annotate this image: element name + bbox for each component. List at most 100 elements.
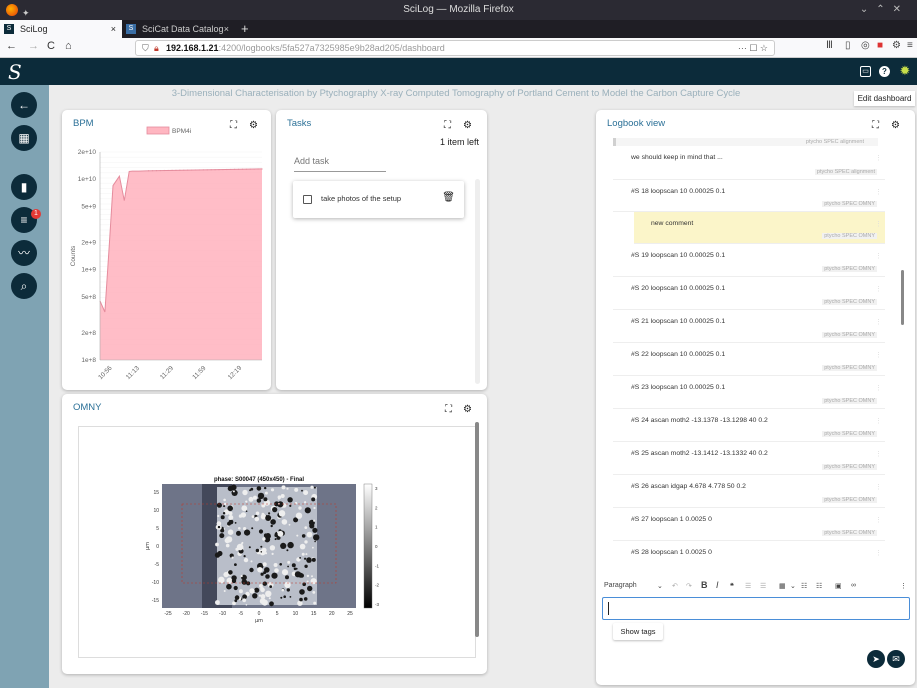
library-icon[interactable]: Ⅲ: [826, 40, 833, 51]
insecure-lock-icon[interactable]: 🔒︎: [154, 41, 159, 55]
window-controls[interactable]: ⌄⌃✕: [860, 0, 909, 20]
entry-menu-icon[interactable]: ⋮: [875, 384, 882, 392]
link-icon[interactable]: ∞: [851, 582, 856, 589]
text-caret: [608, 602, 609, 615]
entry-menu-icon[interactable]: ⋮: [875, 351, 882, 359]
entry-menu-icon[interactable]: ⋮: [875, 318, 882, 326]
entry-menu-icon[interactable]: ⋮: [875, 154, 882, 162]
entry-menu-icon[interactable]: ⋮: [875, 549, 882, 557]
chevron-down-icon[interactable]: ⌄: [790, 582, 796, 590]
speckle: [268, 512, 271, 515]
home-button[interactable]: ⌂: [65, 40, 72, 52]
speckle: [242, 489, 248, 496]
entry-menu-icon[interactable]: ⋮: [875, 220, 882, 228]
entry-menu-icon[interactable]: ⋮: [875, 188, 882, 196]
sidebar-toggle-icon[interactable]: ▯: [845, 40, 851, 51]
monitor-icon[interactable]: ▭: [860, 66, 871, 77]
help-icon[interactable]: ?: [879, 66, 890, 77]
tab-scicat[interactable]: S SciCat Data Catalog User Man ×: [122, 20, 235, 52]
more-options-icon[interactable]: ⋮: [900, 582, 907, 590]
editor-toolbar: Paragraph ⌄ ↶ ↷ B I ❝ ☰ ☰ ▦ ⌄ ☷ ☷ ▣ ∞ ⋮: [602, 579, 910, 594]
entry-menu-icon[interactable]: ⋮: [875, 252, 882, 260]
entry-menu-icon[interactable]: ⋮: [875, 450, 882, 458]
notification-icon[interactable]: ■: [877, 40, 883, 51]
speckle: [231, 575, 237, 581]
task-checkbox[interactable]: [303, 195, 312, 204]
list-item[interactable]: we should keep in mind that ... ptycho SP…: [613, 146, 885, 180]
search-button[interactable]: ⌕: [11, 273, 37, 299]
bold-icon[interactable]: B: [701, 580, 708, 590]
reload-button[interactable]: C: [47, 40, 55, 52]
edit-dashboard-button[interactable]: Edit dashboard: [854, 91, 915, 106]
chat-button[interactable]: ✉: [887, 650, 905, 668]
speckle: [263, 533, 268, 538]
entry-menu-icon[interactable]: ⋮: [875, 417, 882, 425]
list-item[interactable]: #S 28 loopscan 1 0.0025 0ptycho SPEC OMN…: [613, 541, 885, 558]
send-button[interactable]: ➤: [867, 650, 885, 668]
list-item[interactable]: #S 25 ascan moth2 -13.1412 -13.1332 40 0…: [613, 442, 885, 475]
list-item[interactable]: #S 20 loopscan 10 0.00025 0.1 ptycho SPEC…: [613, 277, 885, 310]
speckle: [281, 588, 285, 592]
list-item[interactable]: #S 27 loopscan 1 0.0025 0 ptycho SPEC OMN…: [613, 508, 885, 541]
italic-icon[interactable]: I: [716, 580, 719, 590]
comment-editor[interactable]: [602, 597, 910, 620]
list-item[interactable]: #S 26 ascan idgap 4.678 4.778 50 0.2 ptyc…: [613, 475, 885, 508]
undo-icon[interactable]: ↶: [672, 582, 678, 590]
speckle: [281, 485, 286, 490]
page-actions[interactable]: ··· ☐ ☆: [738, 41, 768, 55]
speckle: [263, 497, 268, 502]
settings-gear-icon[interactable]: ✹: [898, 64, 912, 78]
list-item[interactable]: #S 18 loopscan 10 0.00025 0.1 ptycho SPEC…: [613, 180, 885, 212]
scilog-logo[interactable]: S: [8, 60, 22, 84]
indent-left-icon[interactable]: ☰: [745, 582, 751, 590]
gear-icon[interactable]: ⚙: [463, 120, 472, 131]
show-tags-button[interactable]: Show tags: [613, 623, 663, 640]
indent-right-icon[interactable]: ☰: [760, 582, 766, 590]
redo-icon[interactable]: ↷: [686, 582, 692, 590]
puzzle-icon[interactable]: ⚙: [892, 40, 901, 51]
gear-icon[interactable]: ⚙: [891, 120, 900, 131]
entry-menu-icon[interactable]: ⋮: [875, 285, 882, 293]
bpm-point: [159, 169, 161, 172]
plot-button[interactable]: 〰: [11, 240, 37, 266]
comment-entry[interactable]: new comment ptycho SPEC OMNY ⋮: [634, 212, 885, 244]
close-tab-icon[interactable]: ×: [111, 20, 116, 38]
speckle: [243, 527, 247, 531]
back-button[interactable]: ←: [6, 40, 17, 52]
dashboard-button[interactable]: ▦: [11, 125, 37, 151]
speckle: [313, 534, 320, 541]
paragraph-select[interactable]: Paragraph: [604, 582, 637, 589]
trash-icon[interactable]: 🗑︎: [442, 192, 455, 203]
new-tab-button[interactable]: +: [241, 20, 249, 38]
speckle: [217, 525, 221, 529]
extension-icon[interactable]: ◎: [861, 40, 870, 51]
menu-icon[interactable]: ≡: [907, 40, 913, 51]
list-item[interactable]: #S 23 loopscan 10 0.00025 0.1 ptycho SPEC…: [613, 376, 885, 409]
fullscreen-icon[interactable]: ⛶: [444, 120, 451, 131]
list-item[interactable]: #S 24 ascan moth2 -13.1378 -13.1298 40 0…: [613, 409, 885, 442]
speckle: [278, 497, 280, 500]
list-item[interactable]: #S 19 loopscan 10 0.00025 0.1 ptycho SPEC…: [613, 244, 885, 277]
table-icon[interactable]: ▦: [779, 582, 786, 590]
list-item[interactable]: #S 22 loopscan 10 0.00025 0.1 ptycho SPEC…: [613, 343, 885, 376]
bpm-point: [179, 169, 181, 171]
close-tab-icon[interactable]: ×: [224, 20, 229, 38]
fullscreen-icon[interactable]: ⛶: [872, 120, 879, 131]
url-bar[interactable]: ⛉ 🔒︎ 192.168.1.21:4200/logbooks/5fa527a7…: [135, 40, 775, 56]
logbook-button[interactable]: ▮: [11, 174, 37, 200]
entry-menu-icon[interactable]: ⋮: [875, 483, 882, 491]
forward-button[interactable]: →: [28, 40, 39, 52]
list-item[interactable]: #S 21 loopscan 10 0.00025 0.1 ptycho SPEC…: [613, 310, 885, 343]
tab-scilog[interactable]: S SciLog ×: [0, 20, 122, 38]
chevron-down-icon[interactable]: ⌄: [657, 582, 663, 590]
back-arrow-button[interactable]: ←: [11, 92, 37, 118]
tasks-scrollbar[interactable]: [475, 179, 480, 384]
quote-icon[interactable]: ❝: [730, 582, 734, 590]
image-icon[interactable]: ▣: [835, 582, 842, 590]
add-task-input[interactable]: Add task: [294, 156, 386, 172]
numbered-list-icon[interactable]: ☷: [801, 582, 807, 590]
entry-menu-icon[interactable]: ⋮: [875, 516, 882, 524]
bullet-list-icon[interactable]: ☷: [816, 582, 822, 590]
y-tick-label: 0: [156, 544, 159, 550]
logbook-scrollbar[interactable]: [901, 270, 904, 325]
